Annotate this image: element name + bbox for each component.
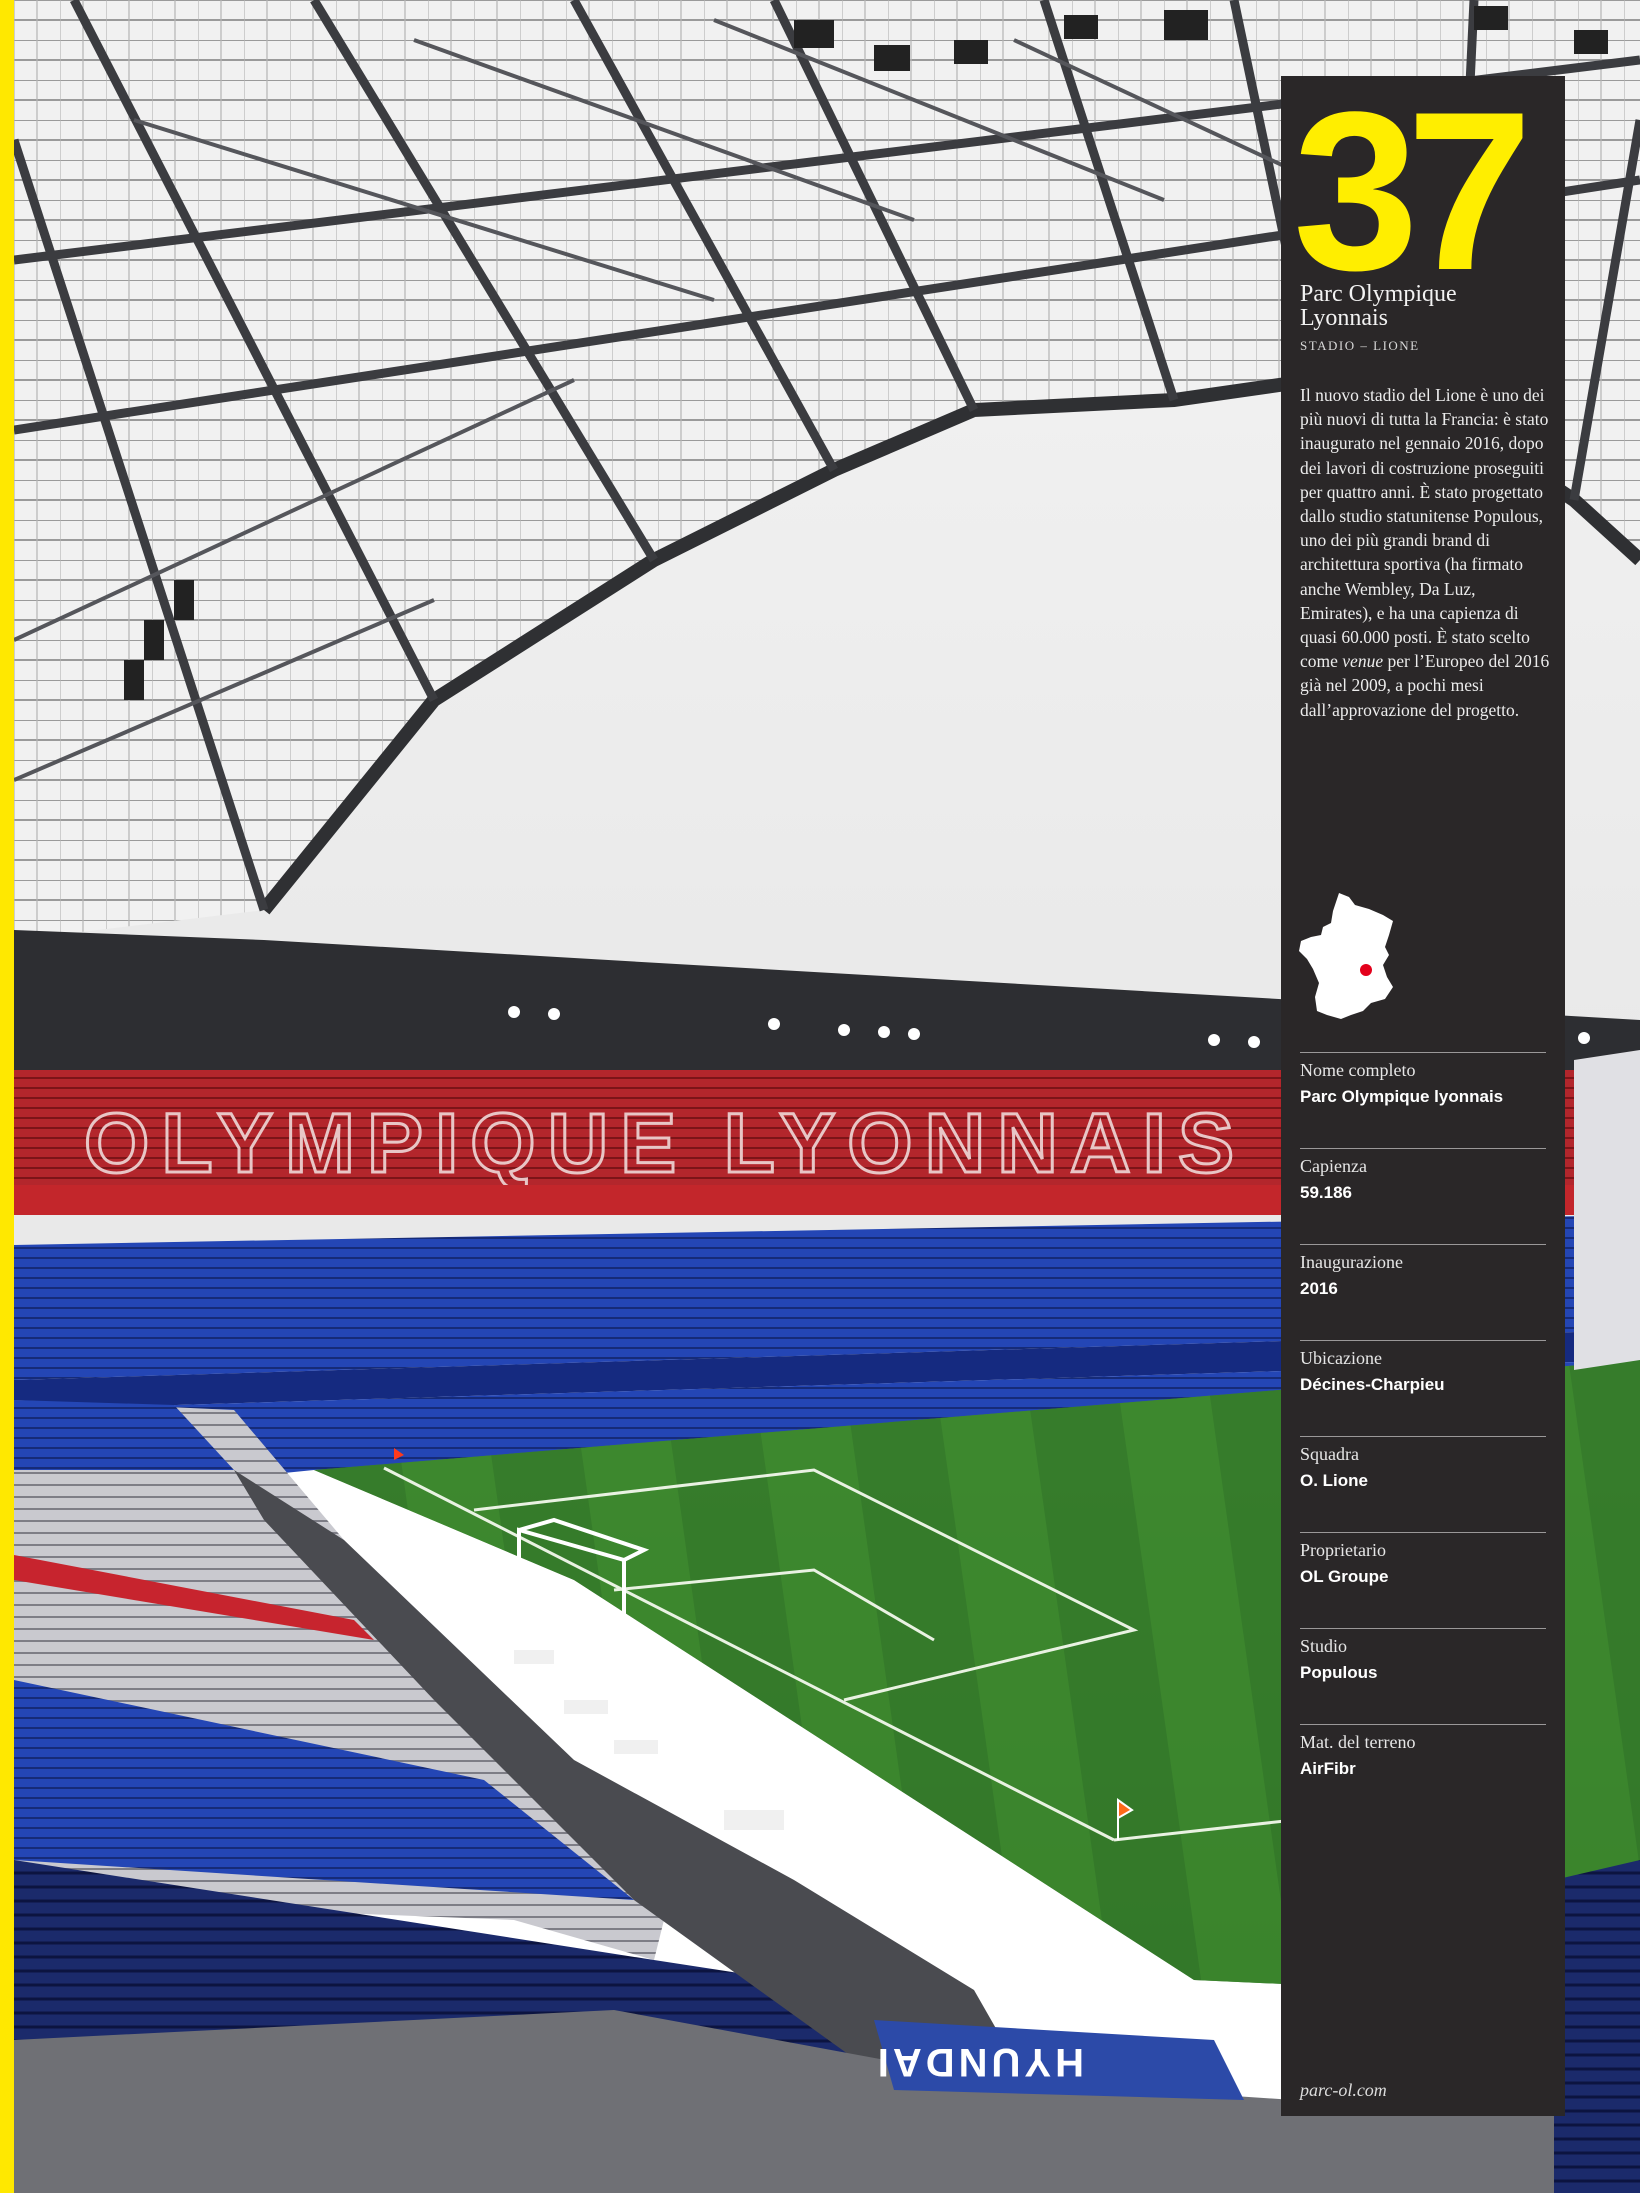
fact-surface: Mat. del terreno AirFibr — [1300, 1724, 1546, 1820]
stadium-subtitle: STADIO – LIONE — [1300, 338, 1420, 353]
fact-value: O. Lione — [1300, 1471, 1368, 1490]
yellow-page-edge — [0, 0, 14, 2193]
fact-label: Squadra — [1300, 1444, 1359, 1464]
magazine-page: OLYMPIQUE LYONNAIS HYUNDAI 37 Parc Olymp… — [0, 0, 1640, 2193]
info-panel: 37 Parc Olympique Lyonnais STADIO – LION… — [1281, 76, 1565, 2116]
fact-label: Ubicazione — [1300, 1348, 1382, 1368]
fact-team: Squadra O. Lione — [1300, 1436, 1546, 1532]
fact-value: 59.186 — [1300, 1183, 1352, 1202]
fact-label: Capienza — [1300, 1156, 1367, 1176]
fact-architect: Studio Populous — [1300, 1628, 1546, 1724]
facts-list: Nome completo Parc Olympique lyonnais Ca… — [1300, 1052, 1546, 1820]
fact-label: Inaugurazione — [1300, 1252, 1403, 1272]
fact-opening: Inaugurazione 2016 — [1300, 1244, 1546, 1340]
fact-location: Ubicazione Décines-Charpieu — [1300, 1340, 1546, 1436]
france-map-icon — [1297, 891, 1395, 1021]
fact-value: OL Groupe — [1300, 1567, 1389, 1586]
website-link[interactable]: parc-ol.com — [1300, 2080, 1387, 2101]
fact-label: Proprietario — [1300, 1540, 1386, 1560]
fact-value: 2016 — [1300, 1279, 1338, 1298]
map-marker — [1360, 964, 1372, 976]
description-italic: venue — [1342, 651, 1384, 672]
banner-lettering: HYUNDAI — [874, 2040, 1084, 2084]
fact-label: Studio — [1300, 1636, 1348, 1656]
fact-value: Décines-Charpieu — [1300, 1375, 1445, 1394]
fact-label: Nome completo — [1300, 1060, 1416, 1080]
stadium-title: Parc Olympique Lyonnais — [1300, 281, 1457, 331]
fact-value: Parc Olympique lyonnais — [1300, 1087, 1504, 1106]
fact-value: AirFibr — [1300, 1759, 1356, 1778]
description-part-1: Il nuovo stadio del Lione è uno dei più … — [1300, 385, 1549, 672]
fact-capacity: Capienza 59.186 — [1300, 1148, 1546, 1244]
fact-label: Mat. del terreno — [1300, 1732, 1416, 1752]
stand-lettering: OLYMPIQUE LYONNAIS — [84, 1096, 1246, 1190]
stadium-description: Il nuovo stadio del Lione è uno dei più … — [1300, 383, 1552, 722]
fact-value: Populous — [1300, 1663, 1378, 1682]
fact-owner: Proprietario OL Groupe — [1300, 1532, 1546, 1628]
entry-number: 37 — [1293, 64, 1532, 317]
fact-full-name: Nome completo Parc Olympique lyonnais — [1300, 1052, 1546, 1148]
